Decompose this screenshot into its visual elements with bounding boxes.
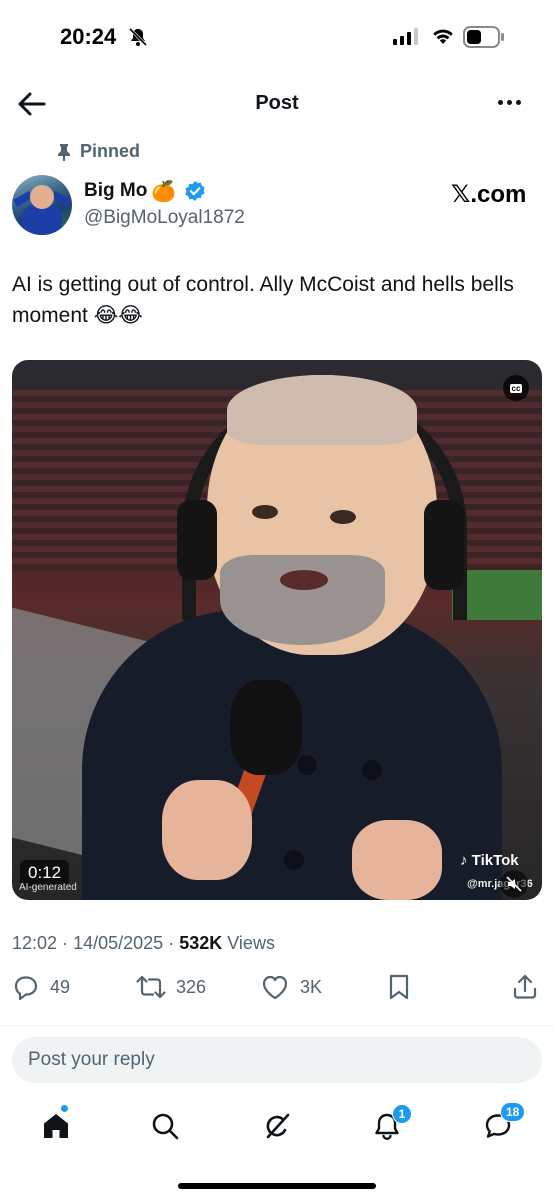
share-icon [513, 974, 537, 999]
author-display-name[interactable]: Big Mo [84, 180, 147, 202]
hand-right [352, 820, 442, 900]
video-player[interactable]: cc 0:12 AI-generated ♪ TikTok @mr.jager3… [12, 360, 542, 900]
nav-home[interactable] [36, 1106, 76, 1146]
more-options-button[interactable] [498, 100, 521, 105]
author-name-row[interactable]: Big Mo 🍊 [84, 179, 206, 203]
captions-icon: cc [509, 383, 523, 393]
eye-right [330, 510, 356, 524]
verified-badge-icon [185, 181, 205, 201]
mute-button[interactable] [500, 870, 528, 898]
orange-emoji: 🍊 [151, 179, 177, 203]
home-new-indicator [60, 1104, 69, 1113]
author-handle[interactable]: @BigMoLoyal1872 [84, 207, 245, 229]
pin-icon [58, 143, 70, 161]
page-title: Post [255, 92, 299, 114]
home-indicator [178, 1183, 376, 1189]
reply-input[interactable] [12, 1037, 542, 1083]
more-dots-icon [498, 100, 503, 105]
search-icon [152, 1113, 179, 1140]
grok-icon [266, 1113, 290, 1139]
like-count: 3K [300, 976, 323, 997]
battery-icon [463, 26, 504, 48]
reply-box [12, 1037, 542, 1083]
divider [0, 1025, 554, 1026]
reply-button[interactable]: 49 [12, 973, 70, 1001]
reply-count: 49 [50, 976, 71, 997]
home-icon [44, 1114, 68, 1138]
views-label: Views [227, 933, 275, 953]
ai-generated-label: AI-generated [19, 882, 77, 893]
pinned-label: Pinned [80, 141, 141, 161]
bottom-nav: 1 18 [0, 1096, 554, 1166]
microphone [230, 680, 302, 775]
repost-button[interactable]: 326 [136, 973, 206, 1001]
eye-left [252, 505, 278, 519]
avatar[interactable] [12, 175, 72, 235]
captions-button[interactable]: cc [503, 375, 529, 401]
post-text: AI is getting out of control. Ally McCoi… [12, 270, 542, 331]
status-bar: 20:24 [0, 0, 554, 74]
bell-slash-icon [128, 27, 148, 47]
speaker-muted-icon [506, 876, 522, 892]
like-button[interactable]: 3K [260, 973, 322, 1001]
tiktok-label: TikTok [471, 852, 519, 869]
nav-search[interactable] [145, 1106, 185, 1146]
repost-count: 326 [176, 976, 207, 997]
mouth [280, 570, 328, 590]
post-body: AI is getting out of control. Ally McCoi… [12, 273, 514, 327]
notifications-badge: 1 [392, 1104, 412, 1124]
heart-icon [262, 975, 288, 1000]
share-button[interactable] [512, 973, 538, 1001]
post-actions: 49 326 3K [12, 973, 542, 1007]
wifi-icon [433, 29, 453, 44]
status-time: 20:24 [60, 24, 117, 49]
messages-badge: 18 [500, 1102, 526, 1122]
post-time: 12:02 [12, 933, 58, 953]
top-header: Post [0, 74, 554, 134]
beard [220, 555, 385, 645]
nav-grok[interactable] [257, 1106, 297, 1146]
repost-icon [136, 975, 166, 999]
reply-icon [14, 976, 38, 1001]
views-count: 532K [179, 933, 223, 953]
laughing-emoji: 😂😂 [93, 303, 143, 327]
tiktok-watermark: ♪ TikTok [460, 852, 519, 869]
post-date: 14/05/2025 [73, 933, 164, 953]
bookmark-icon [389, 974, 409, 1000]
x-logo: 𝕏.com [451, 181, 527, 208]
pinned-indicator: Pinned [56, 141, 140, 162]
hand-left [162, 780, 252, 880]
post-meta: 12:02 · 14/05/2025 · 532K Views [12, 933, 275, 953]
bookmark-button[interactable] [386, 973, 412, 1001]
cellular-signal-icon [393, 28, 418, 45]
